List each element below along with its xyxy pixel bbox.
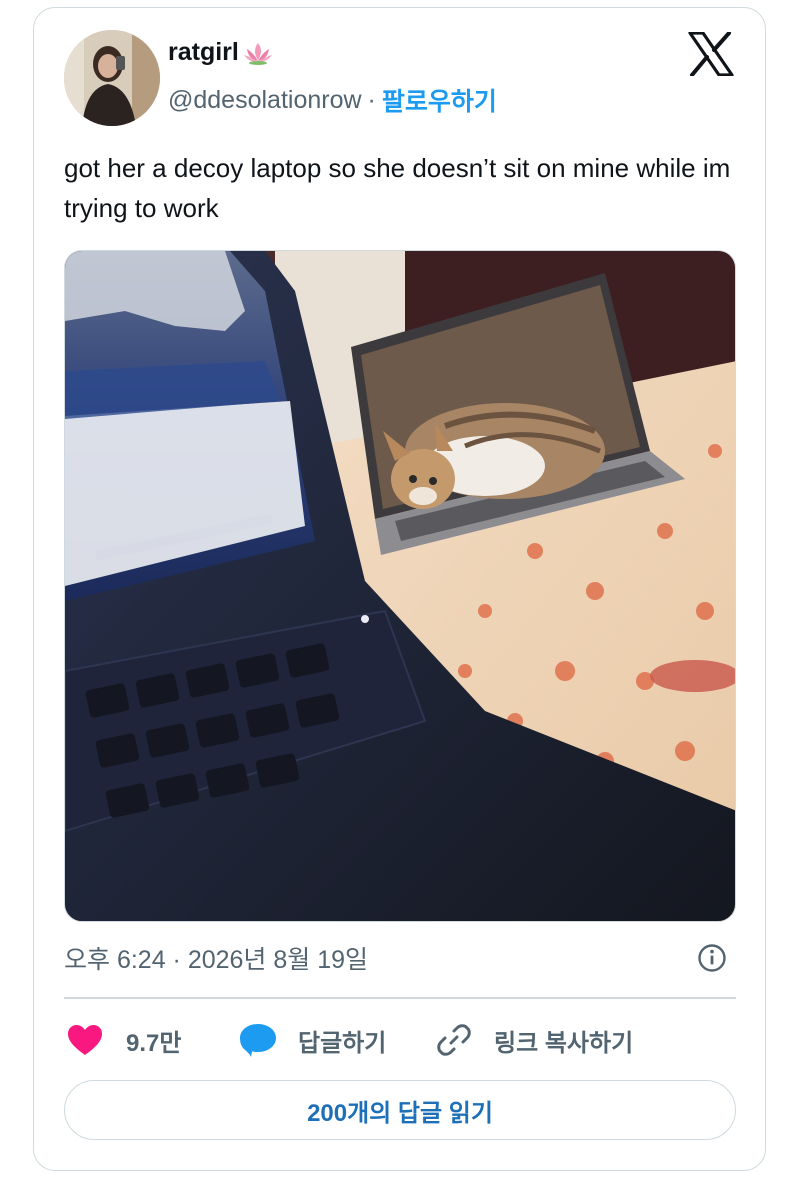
reply-bubble-icon	[238, 1022, 278, 1058]
author-name-row[interactable]: ratgirl	[168, 38, 273, 67]
info-icon[interactable]	[697, 943, 727, 973]
copy-link-button[interactable]: 링크 복사하기	[436, 1018, 633, 1062]
author-handle-row: @ddesolationrow · 팔로우하기	[168, 82, 497, 118]
tweet-timestamp[interactable]: 오후 6:24 · 2026년 8월 19일	[64, 940, 368, 976]
copy-link-label: 링크 복사하기	[494, 1029, 634, 1057]
action-bar: 9.7만 답글하기 링크 복사하기	[66, 1018, 736, 1062]
reply-label: 답글하기	[298, 1029, 387, 1057]
separator-dot: ·	[367, 85, 376, 114]
avatar-photo	[64, 30, 160, 126]
author-handle[interactable]: @ddesolationrow	[168, 86, 362, 115]
follow-button[interactable]: 팔로우하기	[382, 82, 497, 118]
lotus-emoji-icon	[243, 40, 273, 66]
divider	[64, 997, 736, 999]
like-button[interactable]: 9.7만	[66, 1018, 181, 1062]
x-logo-icon[interactable]	[688, 31, 734, 77]
avatar[interactable]	[64, 30, 160, 126]
link-icon	[436, 1022, 472, 1058]
reply-button[interactable]: 답글하기	[238, 1018, 386, 1062]
tweet-text: got her a decoy laptop so she doesn’t si…	[64, 153, 731, 223]
photo-illustration	[65, 251, 735, 921]
like-count: 9.7만	[126, 1029, 182, 1057]
author-display-name[interactable]: ratgirl	[168, 38, 239, 67]
read-replies-button[interactable]: 200개의 답글 읽기	[64, 1080, 736, 1140]
tweet-photo[interactable]	[64, 250, 736, 922]
heart-icon	[66, 1023, 104, 1057]
